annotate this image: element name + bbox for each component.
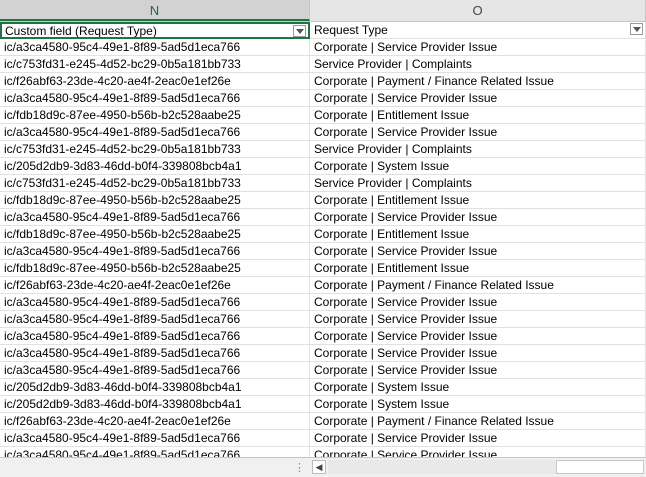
table-row: ic/fdb18d9c-87ee-4950-b56b-b2c528aabe25 C…: [0, 192, 646, 209]
scroll-left-arrow-icon[interactable]: ◀: [312, 460, 326, 474]
cell-request-type[interactable]: Corporate | Payment / Finance Related Is…: [310, 413, 646, 430]
cell-custom-field[interactable]: ic/205d2db9-3d83-46dd-b0f4-339808bcb4a1: [0, 158, 310, 175]
cell-request-type[interactable]: Corporate | Service Provider Issue: [310, 243, 646, 260]
table-row: ic/205d2db9-3d83-46dd-b0f4-339808bcb4a1 C…: [0, 379, 646, 396]
cell-custom-field[interactable]: ic/fdb18d9c-87ee-4950-b56b-b2c528aabe25: [0, 226, 310, 243]
cell-custom-field[interactable]: ic/a3ca4580-95c4-49e1-8f89-5ad5d1eca766: [0, 243, 310, 260]
cell-custom-field[interactable]: ic/a3ca4580-95c4-49e1-8f89-5ad5d1eca766: [0, 311, 310, 328]
cell-custom-field[interactable]: ic/a3ca4580-95c4-49e1-8f89-5ad5d1eca766: [0, 90, 310, 107]
cell-request-type[interactable]: Service Provider | Complaints: [310, 175, 646, 192]
filter-dropdown-icon[interactable]: [630, 23, 643, 35]
table-row: ic/c753fd31-e245-4d52-bc29-0b5a181bb733 S…: [0, 141, 646, 158]
table-row: ic/a3ca4580-95c4-49e1-8f89-5ad5d1eca766 C…: [0, 243, 646, 260]
table-row: ic/a3ca4580-95c4-49e1-8f89-5ad5d1eca766 C…: [0, 90, 646, 107]
table-row: ic/a3ca4580-95c4-49e1-8f89-5ad5d1eca766 C…: [0, 209, 646, 226]
cell-request-type[interactable]: Corporate | System Issue: [310, 379, 646, 396]
cell-request-type[interactable]: Corporate | Entitlement Issue: [310, 107, 646, 124]
table-row: ic/205d2db9-3d83-46dd-b0f4-339808bcb4a1 C…: [0, 158, 646, 175]
spreadsheet-grid: Custom field (Request Type) Request Type…: [0, 22, 646, 457]
table-row: ic/f26abf63-23de-4c20-ae4f-2eac0e1ef26e C…: [0, 73, 646, 90]
cell-custom-field[interactable]: ic/a3ca4580-95c4-49e1-8f89-5ad5d1eca766: [0, 345, 310, 362]
cell-custom-field[interactable]: ic/f26abf63-23de-4c20-ae4f-2eac0e1ef26e: [0, 413, 310, 430]
cell-custom-field[interactable]: ic/205d2db9-3d83-46dd-b0f4-339808bcb4a1: [0, 396, 310, 413]
table-row: ic/a3ca4580-95c4-49e1-8f89-5ad5d1eca766 C…: [0, 39, 646, 56]
table-row: ic/fdb18d9c-87ee-4950-b56b-b2c528aabe25 C…: [0, 107, 646, 124]
cell-request-type[interactable]: Corporate | Service Provider Issue: [310, 39, 646, 56]
table-row: ic/a3ca4580-95c4-49e1-8f89-5ad5d1eca766 C…: [0, 447, 646, 457]
horizontal-scroll-track[interactable]: [328, 460, 556, 474]
cell-custom-field[interactable]: ic/fdb18d9c-87ee-4950-b56b-b2c528aabe25: [0, 260, 310, 277]
cell-request-type[interactable]: Corporate | Service Provider Issue: [310, 362, 646, 379]
cell-custom-field[interactable]: ic/a3ca4580-95c4-49e1-8f89-5ad5d1eca766: [0, 362, 310, 379]
cell-custom-field[interactable]: ic/fdb18d9c-87ee-4950-b56b-b2c528aabe25: [0, 192, 310, 209]
cell-request-type[interactable]: Service Provider | Complaints: [310, 141, 646, 158]
cell-custom-field[interactable]: ic/205d2db9-3d83-46dd-b0f4-339808bcb4a1: [0, 379, 310, 396]
cell-request-type[interactable]: Corporate | Service Provider Issue: [310, 447, 646, 457]
column-header-o[interactable]: O: [310, 0, 646, 21]
cell-request-type[interactable]: Corporate | Service Provider Issue: [310, 90, 646, 107]
cell-custom-field[interactable]: ic/fdb18d9c-87ee-4950-b56b-b2c528aabe25: [0, 107, 310, 124]
table-row: ic/205d2db9-3d83-46dd-b0f4-339808bcb4a1 C…: [0, 396, 646, 413]
data-rows: ic/a3ca4580-95c4-49e1-8f89-5ad5d1eca766 C…: [0, 39, 646, 457]
cell-custom-field[interactable]: ic/a3ca4580-95c4-49e1-8f89-5ad5d1eca766: [0, 447, 310, 457]
table-row: ic/fdb18d9c-87ee-4950-b56b-b2c528aabe25 C…: [0, 226, 646, 243]
table-row: ic/f26abf63-23de-4c20-ae4f-2eac0e1ef26e C…: [0, 413, 646, 430]
horizontal-scroll-thumb[interactable]: [556, 460, 644, 474]
table-row: ic/f26abf63-23de-4c20-ae4f-2eac0e1ef26e C…: [0, 277, 646, 294]
cell-request-type[interactable]: Corporate | Service Provider Issue: [310, 124, 646, 141]
table-row: ic/a3ca4580-95c4-49e1-8f89-5ad5d1eca766 C…: [0, 124, 646, 141]
cell-custom-field[interactable]: ic/a3ca4580-95c4-49e1-8f89-5ad5d1eca766: [0, 209, 310, 226]
cell-request-type[interactable]: Corporate | Entitlement Issue: [310, 226, 646, 243]
cell-request-type[interactable]: Service Provider | Complaints: [310, 56, 646, 73]
table-row: ic/a3ca4580-95c4-49e1-8f89-5ad5d1eca766 C…: [0, 362, 646, 379]
cell-custom-field[interactable]: ic/a3ca4580-95c4-49e1-8f89-5ad5d1eca766: [0, 328, 310, 345]
cell-custom-field[interactable]: ic/c753fd31-e245-4d52-bc29-0b5a181bb733: [0, 175, 310, 192]
cell-request-type[interactable]: Corporate | Service Provider Issue: [310, 430, 646, 447]
cell-custom-field[interactable]: ic/a3ca4580-95c4-49e1-8f89-5ad5d1eca766: [0, 430, 310, 447]
cell-request-type[interactable]: Corporate | Service Provider Issue: [310, 311, 646, 328]
filter-dropdown-icon[interactable]: [293, 25, 306, 37]
cell-custom-field[interactable]: ic/f26abf63-23de-4c20-ae4f-2eac0e1ef26e: [0, 277, 310, 294]
table-row: ic/a3ca4580-95c4-49e1-8f89-5ad5d1eca766 C…: [0, 345, 646, 362]
header-cell-request-type[interactable]: Request Type: [310, 22, 646, 39]
cell-request-type[interactable]: Corporate | Entitlement Issue: [310, 192, 646, 209]
cell-request-type[interactable]: Corporate | Payment / Finance Related Is…: [310, 277, 646, 294]
cell-custom-field[interactable]: ic/a3ca4580-95c4-49e1-8f89-5ad5d1eca766: [0, 124, 310, 141]
column-header-n[interactable]: N: [0, 0, 310, 21]
cell-request-type[interactable]: Corporate | Service Provider Issue: [310, 345, 646, 362]
table-row: ic/a3ca4580-95c4-49e1-8f89-5ad5d1eca766 C…: [0, 294, 646, 311]
cell-request-type[interactable]: Corporate | Service Provider Issue: [310, 294, 646, 311]
table-row: ic/a3ca4580-95c4-49e1-8f89-5ad5d1eca766 C…: [0, 328, 646, 345]
table-row: ic/fdb18d9c-87ee-4950-b56b-b2c528aabe25 C…: [0, 260, 646, 277]
cell-request-type[interactable]: Corporate | Service Provider Issue: [310, 209, 646, 226]
header-cell-custom-field[interactable]: Custom field (Request Type): [0, 22, 310, 39]
cell-custom-field[interactable]: ic/f26abf63-23de-4c20-ae4f-2eac0e1ef26e: [0, 73, 310, 90]
sheet-split-handle-icon[interactable]: ⋮: [294, 461, 305, 474]
cell-custom-field[interactable]: ic/c753fd31-e245-4d52-bc29-0b5a181bb733: [0, 56, 310, 73]
header-row: Custom field (Request Type) Request Type: [0, 22, 646, 39]
bottom-scroll-bar: ⋮ ◀: [0, 457, 646, 477]
table-row: ic/c753fd31-e245-4d52-bc29-0b5a181bb733 S…: [0, 175, 646, 192]
cell-request-type[interactable]: Corporate | Service Provider Issue: [310, 328, 646, 345]
cell-request-type[interactable]: Corporate | Payment / Finance Related Is…: [310, 73, 646, 90]
column-header-bar: N O: [0, 0, 646, 22]
table-row: ic/a3ca4580-95c4-49e1-8f89-5ad5d1eca766 C…: [0, 430, 646, 447]
cell-custom-field[interactable]: ic/a3ca4580-95c4-49e1-8f89-5ad5d1eca766: [0, 39, 310, 56]
cell-request-type[interactable]: Corporate | System Issue: [310, 396, 646, 413]
cell-request-type[interactable]: Corporate | System Issue: [310, 158, 646, 175]
header-label-request-type: Request Type: [314, 23, 388, 37]
cell-request-type[interactable]: Corporate | Entitlement Issue: [310, 260, 646, 277]
table-row: ic/a3ca4580-95c4-49e1-8f89-5ad5d1eca766 C…: [0, 311, 646, 328]
table-row: ic/c753fd31-e245-4d52-bc29-0b5a181bb733 S…: [0, 56, 646, 73]
cell-custom-field[interactable]: ic/c753fd31-e245-4d52-bc29-0b5a181bb733: [0, 141, 310, 158]
cell-custom-field[interactable]: ic/a3ca4580-95c4-49e1-8f89-5ad5d1eca766: [0, 294, 310, 311]
header-label-custom-field: Custom field (Request Type): [5, 24, 157, 38]
